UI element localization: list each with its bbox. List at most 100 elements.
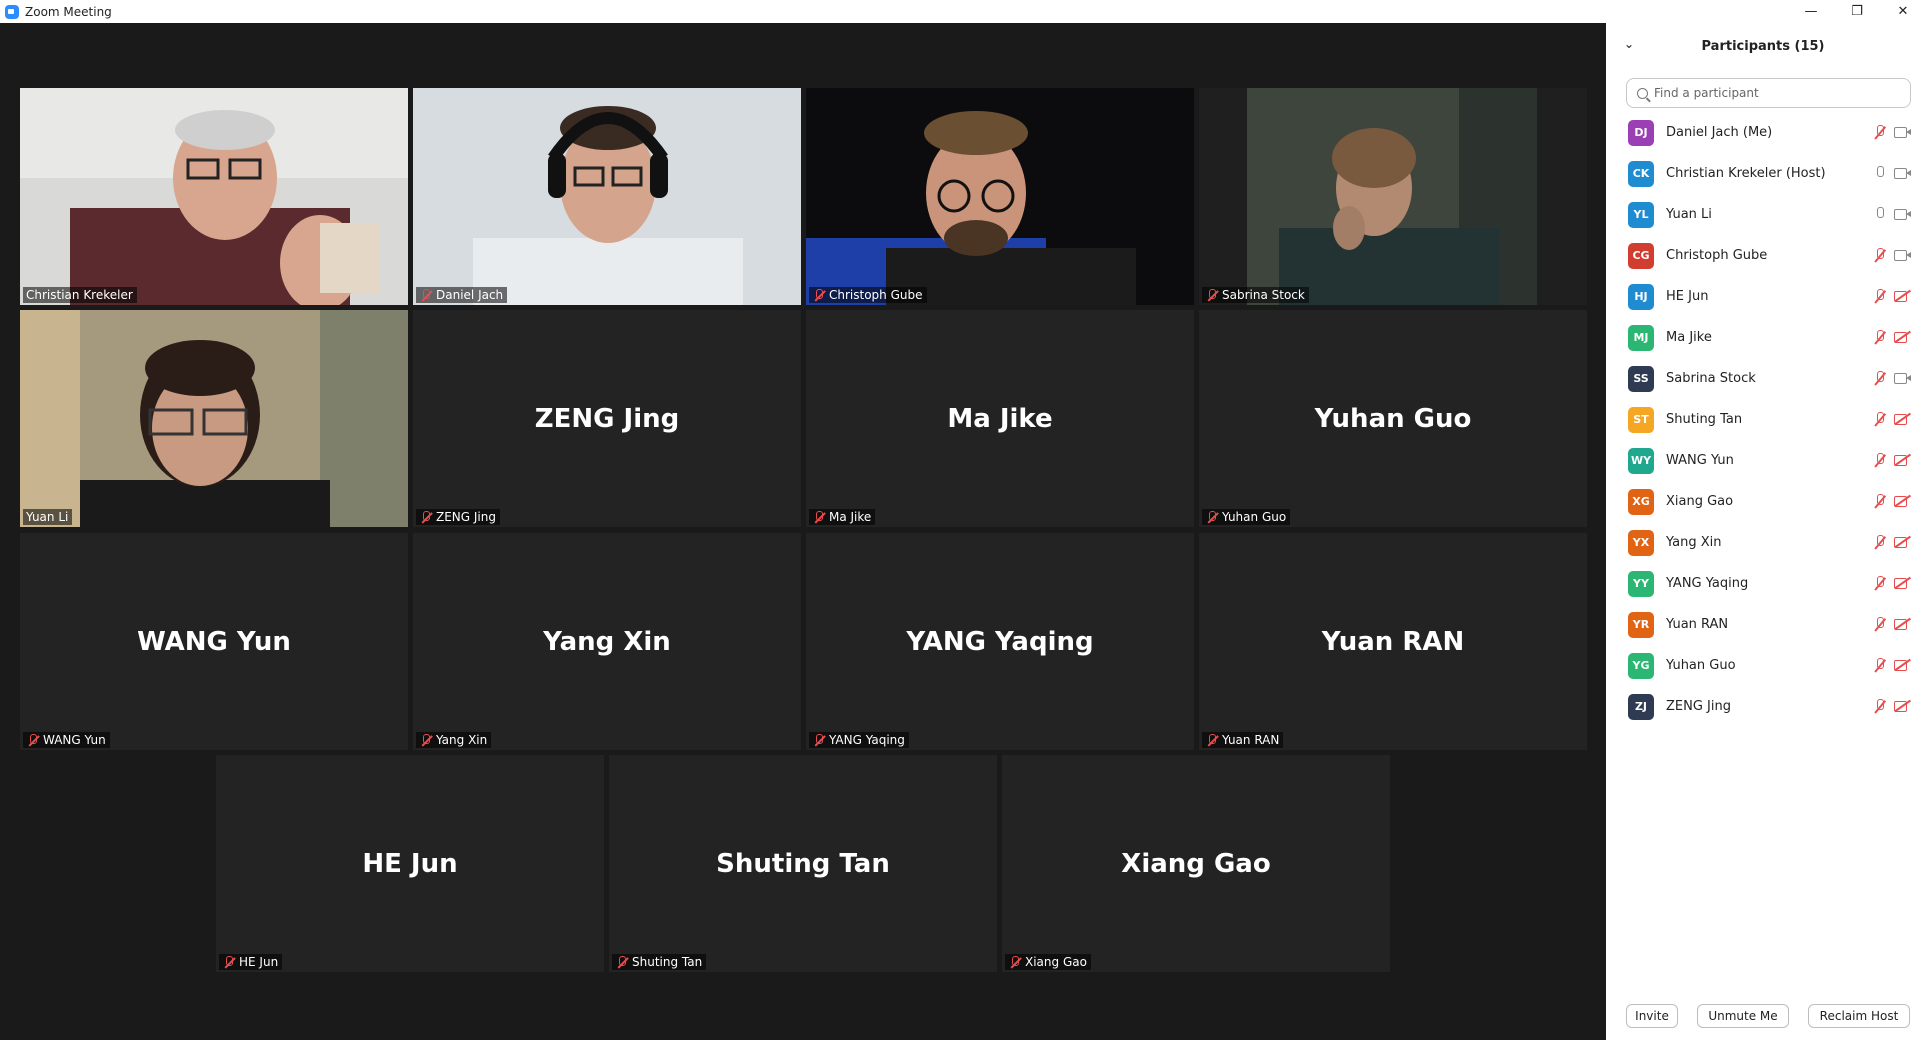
reclaim-host-button[interactable]: Reclaim Host — [1808, 1004, 1910, 1028]
camera-icon[interactable] — [1894, 248, 1912, 262]
video-tile-xiang-gao[interactable]: Xiang Gao Xiang Gao — [1002, 755, 1390, 972]
muted-mic-icon — [1205, 510, 1219, 524]
muted-mic-icon — [26, 733, 40, 747]
mic-muted-icon[interactable] — [1872, 575, 1888, 591]
camera-off-icon[interactable] — [1894, 535, 1912, 549]
tile-name-label: Christian Krekeler — [23, 287, 137, 303]
participant-video — [413, 88, 801, 305]
tile-name-label: WANG Yun — [23, 732, 110, 748]
participant-row[interactable]: ZJ ZENG Jing — [1606, 686, 1920, 727]
close-button[interactable]: ✕ — [1880, 0, 1920, 23]
participant-row[interactable]: DJ Daniel Jach (Me) — [1606, 112, 1920, 153]
participant-row[interactable]: CG Christoph Gube — [1606, 235, 1920, 276]
mic-muted-icon[interactable] — [1872, 247, 1888, 263]
mic-muted-icon[interactable] — [1872, 616, 1888, 632]
video-tile-wang-yun[interactable]: WANG Yun WANG Yun — [20, 533, 408, 750]
camera-off-icon[interactable] — [1894, 289, 1912, 303]
video-tile-ma-jike[interactable]: Ma Jike Ma Jike — [806, 310, 1194, 527]
video-tile-yuan-li[interactable]: Yuan Li — [20, 310, 408, 527]
tile-name-label: Sabrina Stock — [1202, 287, 1309, 303]
avatar: WY — [1628, 447, 1654, 474]
mic-muted-icon[interactable] — [1872, 493, 1888, 509]
camera-off-icon[interactable] — [1894, 658, 1912, 672]
participant-search-input[interactable]: Find a participant — [1626, 78, 1911, 108]
participant-row[interactable]: YR Yuan RAN — [1606, 604, 1920, 645]
video-tile-he-jun[interactable]: HE Jun HE Jun — [216, 755, 604, 972]
participant-row[interactable]: HJ HE Jun — [1606, 276, 1920, 317]
participant-name: WANG Yun — [1666, 453, 1734, 468]
participant-name: Ma Jike — [1666, 330, 1712, 345]
video-tile-zeng-jing[interactable]: ZENG Jing ZENG Jing — [413, 310, 801, 527]
participant-name: Shuting Tan — [1666, 412, 1743, 427]
participant-row[interactable]: CK Christian Krekeler (Host) — [1606, 153, 1920, 194]
participant-video — [806, 88, 1194, 305]
panel-header: ⌄ Participants (15) — [1606, 23, 1920, 69]
avatar: DJ — [1628, 119, 1654, 146]
participant-row[interactable]: YY YANG Yaqing — [1606, 563, 1920, 604]
participant-row[interactable]: WY WANG Yun — [1606, 440, 1920, 481]
participant-row[interactable]: YG Yuhan Guo — [1606, 645, 1920, 686]
mic-muted-icon[interactable] — [1872, 534, 1888, 550]
tile-name-label: HE Jun — [219, 954, 283, 970]
tile-name-label: Yang Xin — [416, 732, 492, 748]
video-tile-yuhan-guo[interactable]: Yuhan Guo Yuhan Guo — [1199, 310, 1587, 527]
video-tile-sabrina-stock[interactable]: Sabrina Stock — [1199, 88, 1587, 305]
restore-button[interactable]: ❐ — [1834, 0, 1880, 23]
mic-muted-icon[interactable] — [1872, 698, 1888, 714]
participant-row[interactable]: MJ Ma Jike — [1606, 317, 1920, 358]
mic-muted-icon[interactable] — [1872, 657, 1888, 673]
participant-row[interactable]: ST Shuting Tan — [1606, 399, 1920, 440]
avatar: YX — [1628, 529, 1654, 556]
avatar: ST — [1628, 406, 1654, 433]
tile-placeholder-name: Xiang Gao — [1121, 848, 1271, 879]
tile-name-label: Daniel Jach — [416, 287, 508, 303]
video-tile-yang-yaqing[interactable]: YANG Yaqing YANG Yaqing — [806, 533, 1194, 750]
collapse-chevron-icon[interactable]: ⌄ — [1624, 37, 1634, 51]
camera-icon[interactable] — [1894, 166, 1912, 180]
video-tile-christian-krekeler[interactable]: Christian Krekeler — [20, 88, 408, 305]
camera-off-icon[interactable] — [1894, 330, 1912, 344]
mic-icon[interactable] — [1872, 165, 1888, 181]
camera-off-icon[interactable] — [1894, 617, 1912, 631]
video-tile-yang-xin[interactable]: Yang Xin Yang Xin — [413, 533, 801, 750]
mic-muted-icon[interactable] — [1872, 329, 1888, 345]
participant-row[interactable]: YL Yuan Li — [1606, 194, 1920, 235]
mic-muted-icon[interactable] — [1872, 370, 1888, 386]
zoom-app-icon — [5, 4, 19, 19]
participant-video — [20, 88, 408, 305]
participant-name: Yang Xin — [1666, 535, 1722, 550]
video-tile-shuting-tan[interactable]: Shuting Tan Shuting Tan — [609, 755, 997, 972]
tile-placeholder-name: Shuting Tan — [716, 848, 890, 879]
tile-placeholder-name: HE Jun — [362, 848, 458, 879]
title-bar: Zoom Meeting — ❐ ✕ — [0, 0, 1920, 23]
camera-icon[interactable] — [1894, 207, 1912, 221]
participant-row[interactable]: YX Yang Xin — [1606, 522, 1920, 563]
camera-off-icon[interactable] — [1894, 412, 1912, 426]
mic-icon[interactable] — [1872, 206, 1888, 222]
mic-muted-icon[interactable] — [1872, 124, 1888, 140]
tile-placeholder-name: Ma Jike — [947, 403, 1053, 434]
camera-icon[interactable] — [1894, 125, 1912, 139]
minimize-button[interactable]: — — [1788, 0, 1834, 23]
invite-button[interactable]: Invite — [1626, 1004, 1678, 1028]
participant-name: Daniel Jach (Me) — [1666, 125, 1773, 140]
camera-icon[interactable] — [1894, 371, 1912, 385]
camera-off-icon[interactable] — [1894, 576, 1912, 590]
muted-mic-icon — [1205, 288, 1219, 302]
camera-off-icon[interactable] — [1894, 453, 1912, 467]
video-tile-christoph-gube[interactable]: Christoph Gube — [806, 88, 1194, 305]
gallery-view: Christian Krekeler Daniel Jach Christoph… — [0, 23, 1600, 1040]
mic-muted-icon[interactable] — [1872, 288, 1888, 304]
unmute-me-button[interactable]: Unmute Me — [1697, 1004, 1789, 1028]
video-tile-yuan-ran[interactable]: Yuan RAN Yuan RAN — [1199, 533, 1587, 750]
camera-off-icon[interactable] — [1894, 494, 1912, 508]
participants-panel: ⌄ Participants (15) Find a participant D… — [1606, 23, 1920, 1040]
camera-off-icon[interactable] — [1894, 699, 1912, 713]
mic-muted-icon[interactable] — [1872, 411, 1888, 427]
tile-placeholder-name: YANG Yaqing — [906, 626, 1094, 657]
video-tile-daniel-jach[interactable]: Daniel Jach — [413, 88, 801, 305]
participant-name: Yuan RAN — [1666, 617, 1729, 632]
participant-row[interactable]: XG Xiang Gao — [1606, 481, 1920, 522]
participant-row[interactable]: SS Sabrina Stock — [1606, 358, 1920, 399]
mic-muted-icon[interactable] — [1872, 452, 1888, 468]
